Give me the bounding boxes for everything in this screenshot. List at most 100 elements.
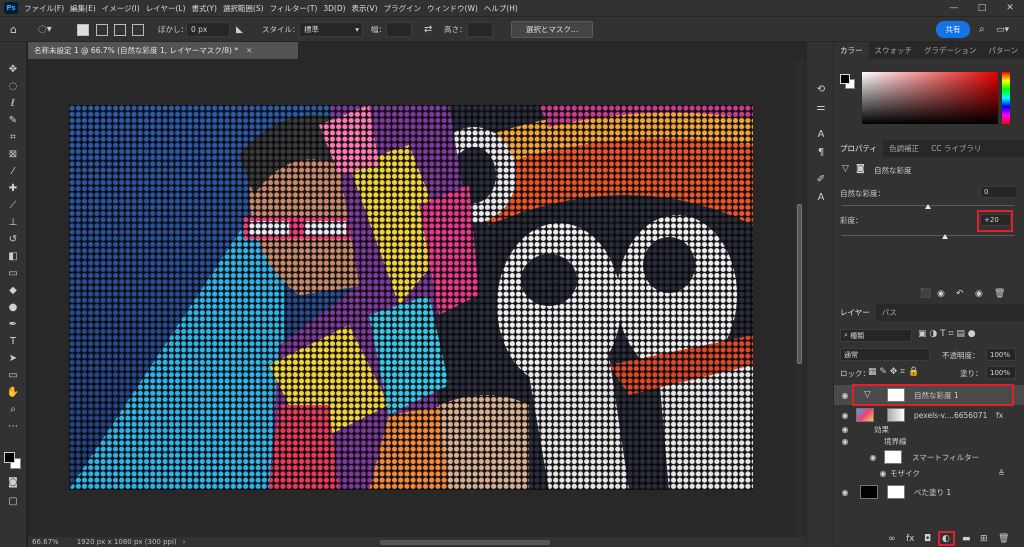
tab-swatches[interactable]: スウォッチ [869,42,919,59]
smart-filter-mask-thumbnail[interactable] [884,450,902,464]
type-tool-icon[interactable]: T [5,334,21,349]
menu-layer[interactable]: レイヤー(L) [146,3,186,14]
tab-layers[interactable]: レイヤー [834,304,876,321]
opacity-field[interactable]: 100% [986,348,1016,361]
tab-paths[interactable]: パス [876,304,903,321]
document-tab[interactable]: 名称未設定 1 @ 66.7% (自然な彩度 1, レイヤーマスク/8) * ✕ [28,42,298,59]
new-layer-icon[interactable]: ⊞ [980,534,988,544]
menu-help[interactable]: ヘルプ(H) [484,3,518,14]
saturation-slider[interactable] [842,235,1014,236]
eye-icon[interactable]: ◉ [868,452,878,462]
layer-row-fill[interactable]: ◉ べた塗り 1 [834,482,1024,502]
dodge-tool-icon[interactable]: ● [5,300,21,315]
crop-tool-icon[interactable]: ⌗ [5,130,21,145]
search-icon[interactable]: ⌕ [979,22,985,37]
vibrance-field[interactable]: 0 [980,186,1018,198]
history-icon[interactable]: ⟲ [814,82,828,96]
scroll-thumb[interactable] [797,204,802,364]
menu-3d[interactable]: 3D(D) [323,4,345,13]
foreground-color-swatch[interactable] [4,452,15,463]
menu-edit[interactable]: 編集(E) [70,3,96,14]
blur-tool-icon[interactable]: ◆ [5,283,21,298]
gradient-tool-icon[interactable]: ▭ [5,266,21,281]
lasso-tool-icon[interactable]: ℓ [5,96,21,111]
fill-field[interactable]: 100% [986,366,1016,379]
layer-row-stroke[interactable]: ◉ 境界線 [834,434,1024,448]
move-tool-icon[interactable]: ✥ [5,62,21,77]
feather-field[interactable]: 0 px [186,22,230,37]
more-tools-icon[interactable]: ⋯ [5,419,21,434]
brush-settings-icon[interactable]: ✐ [814,172,828,186]
hue-slider[interactable] [1002,72,1010,124]
tab-properties[interactable]: プロパティ [834,140,884,157]
minimize-button[interactable]: — [940,0,968,16]
menu-view[interactable]: 表示(V) [352,3,378,14]
new-group-icon[interactable]: ▬ [962,534,971,544]
color-fg-swatch[interactable] [840,74,850,84]
paragraph-icon[interactable]: ¶ [814,145,828,159]
frame-tool-icon[interactable]: ⊠ [5,147,21,162]
intersect-selection-icon[interactable] [132,24,144,36]
tab-cc-libraries[interactable]: CC ライブラリ [925,140,987,157]
mask-icon[interactable]: ◙ [856,164,865,174]
horizontal-scroll-thumb[interactable] [380,540,550,545]
home-icon[interactable]: ⌂ [10,22,17,37]
marquee-tool-icon[interactable]: ◌ [5,79,21,94]
delete-icon[interactable]: 🗑 [994,289,1005,299]
hand-tool-icon[interactable]: ✋ [5,385,21,400]
filter-icons[interactable]: ▣ ◑ T ⌗ ▤ ● [918,329,976,339]
brush-tool-icon[interactable]: ⟋ [5,198,21,213]
anti-alias-icon[interactable]: ◣ [236,22,243,37]
saturation-slider-knob[interactable] [942,234,949,239]
subtract-selection-icon[interactable] [114,24,126,36]
color-picker-field[interactable] [862,72,998,124]
width-field[interactable] [386,22,412,37]
eye-icon[interactable]: ◉ [840,487,850,497]
share-button[interactable]: 共有 [936,21,970,38]
visibility-icon[interactable]: ◉ [975,289,983,299]
quick-mask-icon[interactable]: ◙ [5,475,21,490]
layer-filter-select[interactable]: ⌕ 種類 [840,329,912,342]
layer-style-icon[interactable]: fx [906,534,915,544]
screen-mode-icon[interactable]: ▢ [5,494,21,509]
clip-to-layer-icon[interactable]: ⬛ [920,289,931,299]
eye-icon[interactable]: ◉ [840,390,850,400]
delete-layer-icon[interactable]: 🗑 [998,534,1009,544]
menu-window[interactable]: ウィンドウ(W) [427,3,478,14]
history-brush-tool-icon[interactable]: ↺ [5,232,21,247]
glyphs-icon[interactable]: A [814,190,828,204]
add-selection-icon[interactable] [96,24,108,36]
close-tab-icon[interactable]: ✕ [246,46,252,55]
eye-icon[interactable]: ◉ [840,436,850,446]
quick-select-tool-icon[interactable]: ✎ [5,113,21,128]
layer-row-smart-filters[interactable]: ◉ スマートフィルター [834,447,1024,467]
menu-filter[interactable]: フィルター(T) [270,3,318,14]
workspace-icon[interactable]: ▭▾ [996,22,1009,37]
new-selection-icon[interactable] [77,24,89,36]
lock-icons[interactable]: ▦ ✎ ✥ ⌗ 🔒 [868,367,919,377]
vertical-scrollbar[interactable] [794,59,806,537]
menu-image[interactable]: イメージ(I) [102,3,140,14]
link-layers-icon[interactable]: ∞ [888,534,896,544]
zoom-level[interactable]: 66.67% [32,538,59,546]
menu-file[interactable]: ファイル(F) [24,3,64,14]
height-field[interactable] [467,22,493,37]
pen-tool-icon[interactable]: ✒ [5,317,21,332]
adjust-icon[interactable]: ⚌ [814,100,828,114]
menu-select[interactable]: 選択範囲(S) [223,3,264,14]
clone-stamp-tool-icon[interactable]: ⊥ [5,215,21,230]
eye-icon[interactable]: ◉ [840,424,850,434]
add-mask-icon[interactable]: ◘ [924,534,931,544]
filter-options-icon[interactable]: ≚ [998,469,1005,478]
maximize-button[interactable]: □ [968,0,996,16]
close-window-button[interactable]: ✕ [996,0,1024,16]
document-image[interactable] [69,105,753,490]
tab-gradients[interactable]: グラデーション [918,42,982,59]
menu-plugins[interactable]: プラグイン [384,3,422,14]
swap-icon[interactable]: ⇄ [424,22,432,37]
path-select-tool-icon[interactable]: ➤ [5,351,21,366]
blend-mode-select[interactable]: 通常 [840,348,930,361]
layer-mask-thumbnail[interactable] [887,485,905,499]
vibrance-slider-knob[interactable] [925,204,931,209]
view-previous-icon[interactable]: ◉ [937,289,945,299]
